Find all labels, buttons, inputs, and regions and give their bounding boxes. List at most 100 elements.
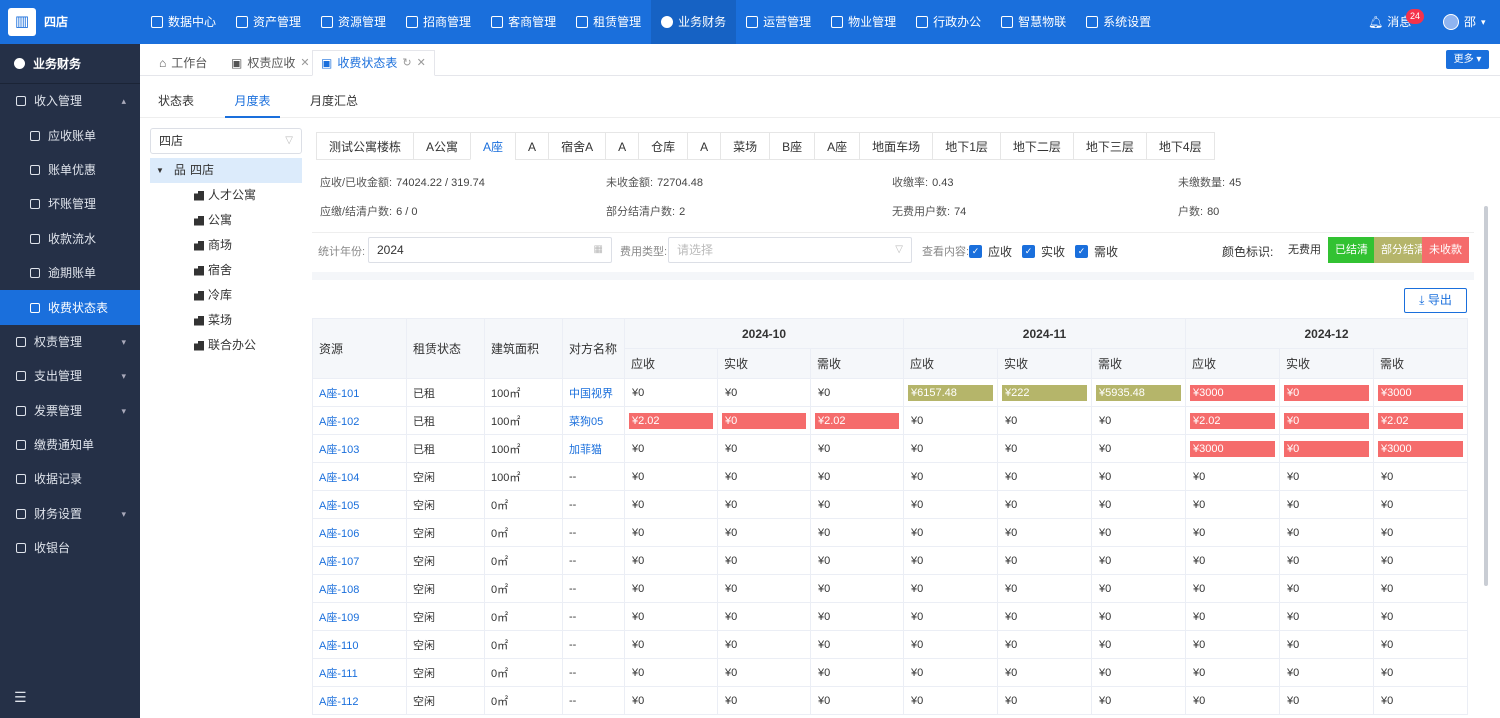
topnav-item[interactable]: 行政办公 xyxy=(906,0,991,44)
tab-fee-status[interactable]: ▣ 收费状态表 ↻ ✕ xyxy=(312,50,435,76)
amount-value: ¥0 xyxy=(632,582,645,595)
sidebar-item[interactable]: 支出管理 ▾ xyxy=(0,359,140,393)
sidebar-item[interactable]: 缴费通知单 xyxy=(0,428,140,462)
building-tab[interactable]: 地下1层 xyxy=(932,132,1001,160)
sidebar-item[interactable]: 权责管理 ▾ xyxy=(0,325,140,359)
resource-link[interactable]: A座-106 xyxy=(312,518,407,547)
building-tab[interactable]: A座 xyxy=(814,132,861,160)
building-tab[interactable]: 地下4层 xyxy=(1145,132,1215,160)
sidebar: 业务财务 收入管理 ▴ 应收账单 账单优惠 坏账管理 收款流水 逾期账单 收费状态表 权责管理 ▾… xyxy=(0,44,140,718)
tree-node[interactable]: 联合办公 xyxy=(150,333,302,358)
building-tab[interactable]: 仓库 xyxy=(638,132,689,160)
building-tab[interactable]: A xyxy=(687,132,722,160)
more-tabs-button[interactable]: 更多 ▾ xyxy=(1446,50,1489,69)
amount-value: ¥0 xyxy=(818,666,831,679)
party-name[interactable]: 中国视界 xyxy=(562,378,625,407)
amount-value: ¥0 xyxy=(725,442,738,455)
topnav-item[interactable]: 业务财务 xyxy=(651,0,737,44)
user-menu[interactable]: 邵 ▾ xyxy=(1443,0,1486,44)
amount-cell: ¥0 xyxy=(997,546,1092,575)
building-tab[interactable]: A xyxy=(605,132,640,160)
topnav-item[interactable]: 智慧物联 xyxy=(991,0,1076,44)
sidebar-item[interactable]: 逾期账单 xyxy=(0,256,140,290)
tree-root[interactable]: ▼ 品四店 xyxy=(150,158,302,183)
checkbox-outstanding[interactable]: ✓ 需收 xyxy=(1075,243,1118,260)
close-icon[interactable]: ✕ xyxy=(300,50,309,76)
resource-link[interactable]: A座-103 xyxy=(312,434,407,463)
building-tab[interactable]: 地下三层 xyxy=(1072,132,1147,160)
building-tab[interactable]: 宿舍A xyxy=(548,132,607,160)
building-tab[interactable]: 地面车场 xyxy=(859,132,934,160)
party-name[interactable]: 加菲猫 xyxy=(562,434,625,463)
topnav-item[interactable]: 运营管理 xyxy=(736,0,821,44)
sidebar-item[interactable]: 坏账管理 xyxy=(0,187,140,221)
building-tab[interactable]: 测试公寓楼栋 xyxy=(316,132,415,160)
resource-link[interactable]: A座-110 xyxy=(312,630,407,659)
sidebar-item[interactable]: 应收账单 xyxy=(0,118,140,152)
sidebar-item[interactable]: 收费状态表 xyxy=(0,290,140,325)
sub-column-header: 需收 xyxy=(1091,348,1186,379)
refresh-icon[interactable]: ↻ xyxy=(402,50,411,76)
resource-link[interactable]: A座-102 xyxy=(312,406,407,435)
amount-value: ¥0 xyxy=(911,638,924,651)
building-tab[interactable]: A xyxy=(515,132,550,160)
building-tab[interactable]: 菜场 xyxy=(720,132,771,160)
tab-status-table[interactable]: 状态表 xyxy=(158,76,194,118)
topnav-item[interactable]: 资源管理 xyxy=(311,0,396,44)
close-icon[interactable]: ✕ xyxy=(417,50,426,76)
topnav-label: 资产管理 xyxy=(253,15,302,29)
tab-monthly-table[interactable]: 月度表 xyxy=(225,76,280,118)
resource-link[interactable]: A座-108 xyxy=(312,574,407,603)
collapse-menu-icon[interactable]: ☰ xyxy=(14,689,27,706)
amount-value: ¥0 xyxy=(1284,384,1369,401)
amount-value: ¥0 xyxy=(725,470,738,483)
tree-node[interactable]: 商场 xyxy=(150,233,302,258)
resource-link[interactable]: A座-105 xyxy=(312,490,407,519)
tab-accrual-receivable[interactable]: ▣ 权责应收 ✕ xyxy=(222,50,319,76)
building-tab[interactable]: 地下二层 xyxy=(999,132,1074,160)
building-tab[interactable]: A公寓 xyxy=(413,132,472,160)
topnav-item[interactable]: 系统设置 xyxy=(1076,0,1161,44)
export-button[interactable]: ⤓ 导出 xyxy=(1404,288,1467,313)
topnav-item[interactable]: 资产管理 xyxy=(226,0,311,44)
sidebar-item[interactable]: 发票管理 ▾ xyxy=(0,394,140,428)
resource-link[interactable]: A座-104 xyxy=(312,462,407,491)
building-tab[interactable]: B座 xyxy=(769,132,816,160)
tab-monthly-summary[interactable]: 月度汇总 xyxy=(310,76,358,118)
sidebar-item[interactable]: 收入管理 ▴ xyxy=(0,84,140,118)
building-logo-icon[interactable]: ▥ xyxy=(8,8,36,36)
shop-name[interactable]: 四店 xyxy=(44,0,68,44)
tree-node[interactable]: 人才公寓 xyxy=(150,183,302,208)
fee-type-select[interactable]: 请选择 ▽ xyxy=(668,237,912,263)
sub-column-header: 需收 xyxy=(1373,348,1468,379)
resource-link[interactable]: A座-111 xyxy=(312,658,407,687)
party-name[interactable]: 菜狗05 xyxy=(562,406,625,435)
topnav-item[interactable]: 数据中心 xyxy=(141,0,226,44)
sidebar-item[interactable]: 账单优惠 xyxy=(0,153,140,187)
sidebar-item[interactable]: 财务设置 ▾ xyxy=(0,497,140,531)
topnav-item[interactable]: 招商管理 xyxy=(396,0,481,44)
tab-workbench[interactable]: ⌂ 工作台 xyxy=(150,50,216,76)
sidebar-item[interactable]: 收银台 xyxy=(0,531,140,565)
amount-cell: ¥0 xyxy=(1279,630,1374,659)
scrollbar[interactable] xyxy=(1484,206,1488,586)
year-picker[interactable]: 2024 ▦ xyxy=(368,237,612,263)
message-button[interactable]: 🔔︎ 消息 xyxy=(1368,0,1411,44)
topnav-item[interactable]: 物业管理 xyxy=(821,0,906,44)
building-tab[interactable]: A座 xyxy=(470,132,517,160)
sidebar-item[interactable]: 收款流水 xyxy=(0,222,140,256)
checkbox-received[interactable]: ✓ 实收 xyxy=(1022,243,1065,260)
resource-link[interactable]: A座-112 xyxy=(312,686,407,715)
tree-node[interactable]: 公寓 xyxy=(150,208,302,233)
resource-link[interactable]: A座-109 xyxy=(312,602,407,631)
topnav-item[interactable]: 客商管理 xyxy=(481,0,566,44)
tree-node[interactable]: 冷库 xyxy=(150,283,302,308)
resource-link[interactable]: A座-101 xyxy=(312,378,407,407)
checkbox-receivable[interactable]: ✓ 应收 xyxy=(969,243,1012,260)
tree-node[interactable]: 宿舍 xyxy=(150,258,302,283)
sidebar-item[interactable]: 收据记录 xyxy=(0,462,140,496)
topnav-item[interactable]: 租赁管理 xyxy=(566,0,651,44)
store-select[interactable]: 四店 ▽ xyxy=(150,128,302,154)
resource-link[interactable]: A座-107 xyxy=(312,546,407,575)
tree-node[interactable]: 菜场 xyxy=(150,308,302,333)
